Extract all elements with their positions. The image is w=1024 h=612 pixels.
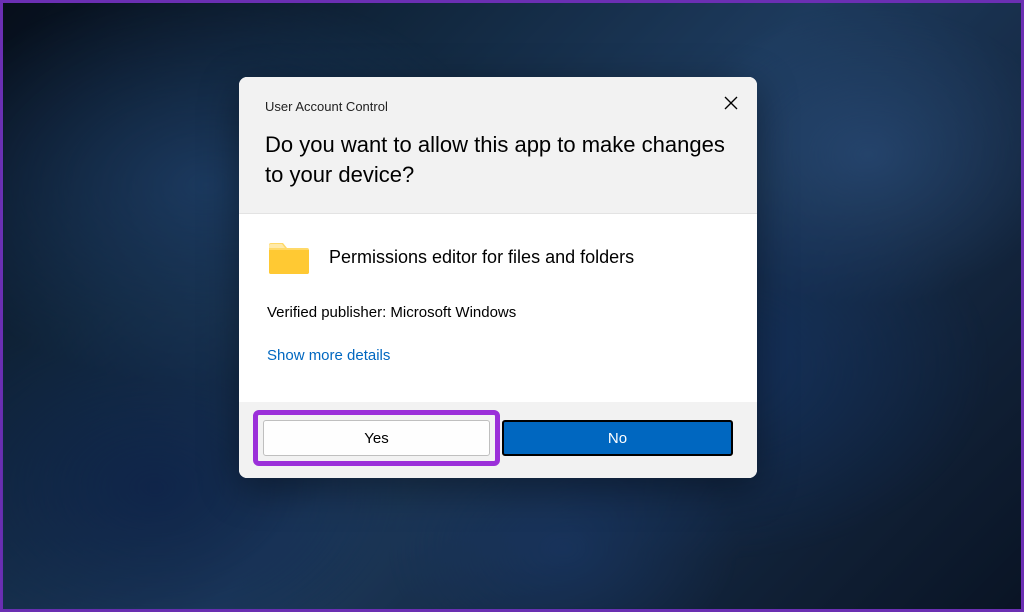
close-button[interactable]: [719, 91, 743, 115]
dialog-question: Do you want to allow this app to make ch…: [265, 130, 731, 189]
dialog-title: User Account Control: [265, 99, 731, 114]
button-row: Yes No: [239, 402, 757, 478]
no-button[interactable]: No: [502, 420, 733, 456]
dialog-header: User Account Control Do you want to allo…: [239, 77, 757, 214]
yes-button[interactable]: Yes: [263, 420, 490, 456]
app-name: Permissions editor for files and folders: [329, 247, 634, 268]
show-more-details-link[interactable]: Show more details: [267, 347, 390, 364]
app-info-row: Permissions editor for files and folders: [267, 238, 729, 276]
folder-icon: [267, 238, 311, 276]
publisher-line: Verified publisher: Microsoft Windows: [267, 304, 729, 321]
uac-dialog: User Account Control Do you want to allo…: [239, 77, 757, 478]
close-icon: [724, 96, 738, 110]
dialog-body: Permissions editor for files and folders…: [239, 214, 757, 402]
